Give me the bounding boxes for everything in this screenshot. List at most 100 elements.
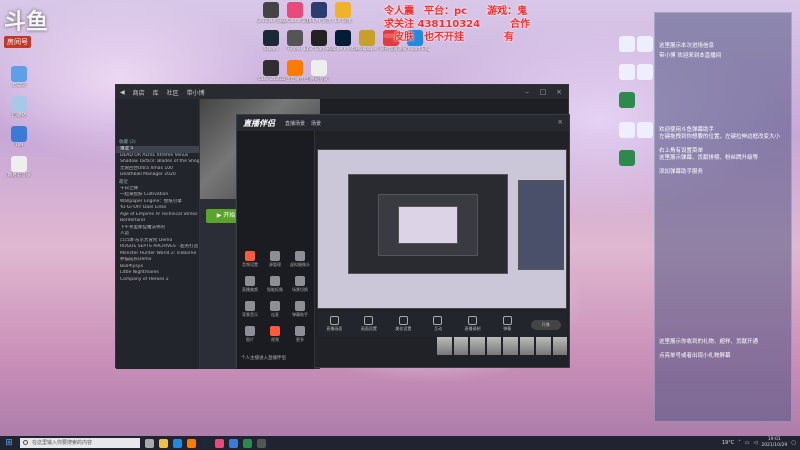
scene-thumb[interactable] bbox=[519, 337, 534, 355]
scene-thumb[interactable] bbox=[503, 337, 518, 355]
desktop-icon-meeting[interactable]: 腾讯会议 bbox=[304, 60, 334, 82]
tool-audio[interactable]: 音频设置 bbox=[239, 251, 261, 268]
video-icon bbox=[270, 326, 280, 336]
task-view-icon[interactable] bbox=[145, 438, 154, 448]
control-beautify[interactable]: 美化设置 bbox=[392, 316, 414, 332]
logo-room-badge: 房间号 bbox=[4, 36, 31, 48]
scene-thumb[interactable] bbox=[437, 337, 452, 355]
image-icon bbox=[245, 326, 255, 336]
tool-mic-link[interactable]: 连麦 bbox=[264, 301, 286, 318]
stream-tab-scene[interactable]: 直播场景 bbox=[285, 120, 305, 127]
desktop-icon-right-3[interactable] bbox=[612, 92, 642, 109]
close-icon[interactable]: × bbox=[554, 88, 564, 96]
close-icon[interactable]: × bbox=[557, 118, 563, 126]
scene-thumbnails[interactable] bbox=[437, 337, 567, 355]
control-interact[interactable]: 互动 bbox=[427, 316, 449, 332]
tool-virtual-cam[interactable]: 虚拟摄像头 bbox=[289, 251, 311, 268]
scene-thumb[interactable] bbox=[552, 337, 567, 355]
danmaku-chat-panel[interactable]: 这里展示本次进场信息 带小博 欢迎来到本直播间 欢迎使用斗鱼弹幕助手 左键拖拽到… bbox=[654, 12, 792, 422]
library-item[interactable]: ROGUE SEPTS ARCHIVES · 超英打造 bbox=[116, 244, 199, 251]
scene-icon bbox=[295, 276, 305, 286]
desktop-icon-right-5[interactable] bbox=[612, 150, 642, 167]
tool-bgm[interactable]: 背景音乐 bbox=[239, 301, 261, 318]
steam-library-sidebar[interactable]: 收藏 (2) 鬼泣 5 DEAD OR ALIVE Xtreme Venus S… bbox=[116, 99, 200, 369]
app-icon[interactable] bbox=[257, 438, 266, 448]
clock[interactable]: 19:01 2021/10/29 bbox=[761, 437, 787, 449]
desktop-icon-recycle[interactable]: 回收站 bbox=[4, 96, 34, 118]
notification-icon[interactable]: ▢ bbox=[791, 440, 796, 446]
douyu-icon[interactable] bbox=[187, 438, 196, 448]
control-screen-settings[interactable]: 画面设置 bbox=[358, 316, 380, 332]
music-icon bbox=[245, 301, 255, 311]
windows-start-icon[interactable]: ⊞ bbox=[3, 437, 15, 449]
edge-icon[interactable] bbox=[173, 438, 182, 448]
tool-more[interactable]: 更多 bbox=[289, 326, 311, 343]
stream-tab-source[interactable]: 场景 bbox=[311, 120, 321, 127]
desktop-icon-tim[interactable]: TIM bbox=[4, 126, 34, 148]
steam-tab-community[interactable]: 社区 bbox=[167, 88, 179, 97]
desktop-icon-ea[interactable]: EA 游戏 bbox=[328, 2, 358, 24]
library-item[interactable]: Shadow Tactics: Blades of the Shogun bbox=[116, 159, 199, 166]
taskbar-search-box[interactable]: 在这里输入你要搜索的内容 bbox=[20, 438, 140, 448]
start-live-button[interactable]: 开播 bbox=[530, 319, 561, 330]
matting-icon bbox=[270, 276, 280, 286]
ea-icon bbox=[335, 2, 351, 18]
stream-titlebar[interactable]: 直播伴侣 直播场景 场景 × bbox=[237, 115, 569, 131]
tool-image[interactable]: 图片 bbox=[239, 326, 261, 343]
tool-scene-switch[interactable]: 场景切换 bbox=[289, 276, 311, 293]
weather-text[interactable]: 19°C bbox=[722, 440, 734, 446]
screen-icon bbox=[329, 316, 339, 325]
streamer-logo: 斗鱼 房间号 bbox=[4, 4, 52, 50]
chat-header bbox=[655, 13, 791, 21]
steam-tab-profile[interactable]: 带小博 bbox=[187, 88, 205, 97]
recycle-bin-icon bbox=[11, 96, 27, 112]
stream-tool-panel[interactable]: 音频设置 源管理 虚拟摄像头 直播美颜 智能抠像 场景切换 背景音乐 连麦 弹幕… bbox=[237, 131, 315, 369]
document-icon bbox=[11, 156, 27, 172]
preview-chat-panel bbox=[518, 180, 564, 270]
personal-streamer-link[interactable]: 个人主播进入直播伴侣 bbox=[241, 355, 286, 361]
library-item[interactable]: Company of Heroes 2 bbox=[116, 277, 199, 284]
chat-bubble-icon bbox=[295, 301, 305, 311]
tim-icon[interactable] bbox=[229, 438, 238, 448]
volume-icon[interactable]: ◁ bbox=[753, 440, 757, 446]
minimize-icon[interactable]: – bbox=[522, 88, 532, 96]
system-tray: 19°C ˄ ▭ ◁ 19:01 2021/10/29 ▢ bbox=[722, 437, 796, 449]
scene-thumb[interactable] bbox=[470, 337, 485, 355]
maximize-icon[interactable]: □ bbox=[538, 88, 548, 96]
desktop-icon-this-pc[interactable]: 此电脑 bbox=[4, 66, 34, 88]
scene-thumb[interactable] bbox=[486, 337, 501, 355]
section-favorites: 收藏 (2) bbox=[119, 140, 136, 145]
network-icon[interactable]: ▭ bbox=[745, 440, 750, 446]
chat-message: 欢迎使用斗鱼弹幕助手 bbox=[659, 127, 715, 133]
tool-video[interactable]: 视频 bbox=[264, 326, 286, 343]
logo-text: 斗鱼 bbox=[4, 9, 49, 35]
steam-tab-store[interactable]: 商店 bbox=[133, 88, 145, 97]
steam-titlebar[interactable]: ◀ 商店 库 社区 带小博 – □ × bbox=[116, 85, 568, 99]
scene-thumb[interactable] bbox=[536, 337, 551, 355]
scene-thumb[interactable] bbox=[453, 337, 468, 355]
chat-message: 这里展示弹幕、贡献排榜、粉丝牌升级等 bbox=[659, 155, 759, 161]
wegame-icon[interactable] bbox=[215, 438, 224, 448]
file-explorer-icon[interactable] bbox=[159, 438, 168, 448]
nested-preview-3 bbox=[398, 206, 458, 244]
steam-icon[interactable] bbox=[201, 438, 210, 448]
tool-source[interactable]: 源管理 bbox=[264, 251, 286, 268]
speaker-icon bbox=[502, 316, 512, 325]
steam-tab-library[interactable]: 库 bbox=[153, 88, 159, 97]
windows-taskbar: ⊞ 在这里输入你要搜索的内容 19°C ˄ ▭ ◁ 19:01 2021/10/… bbox=[0, 436, 800, 450]
excel-icon[interactable] bbox=[243, 438, 252, 448]
desktop-icon-doc[interactable]: 网易云音乐 bbox=[4, 156, 34, 178]
tool-matting[interactable]: 智能抠像 bbox=[264, 276, 286, 293]
control-danmaku[interactable]: 弹幕 bbox=[496, 316, 518, 332]
stream-control-bar[interactable]: 直播画面 画面设置 美化设置 互动 直播录制 弹幕 开播 bbox=[317, 311, 567, 337]
tool-danmaku[interactable]: 弹幕助手 bbox=[289, 301, 311, 318]
computer-icon bbox=[11, 66, 27, 82]
control-record[interactable]: 直播录制 bbox=[462, 316, 484, 332]
record-icon bbox=[468, 316, 478, 325]
fiddler-icon bbox=[287, 30, 303, 46]
chevron-up-icon[interactable]: ˄ bbox=[738, 440, 741, 446]
douyu-stream-companion-window[interactable]: 直播伴侣 直播场景 场景 × 音频设置 源管理 虚拟摄像头 直播美颜 智能抠像 … bbox=[236, 114, 570, 369]
back-arrow-icon[interactable]: ◀ bbox=[120, 89, 125, 96]
tool-beauty[interactable]: 直播美颜 bbox=[239, 276, 261, 293]
control-live-screen[interactable]: 直播画面 bbox=[323, 316, 345, 332]
